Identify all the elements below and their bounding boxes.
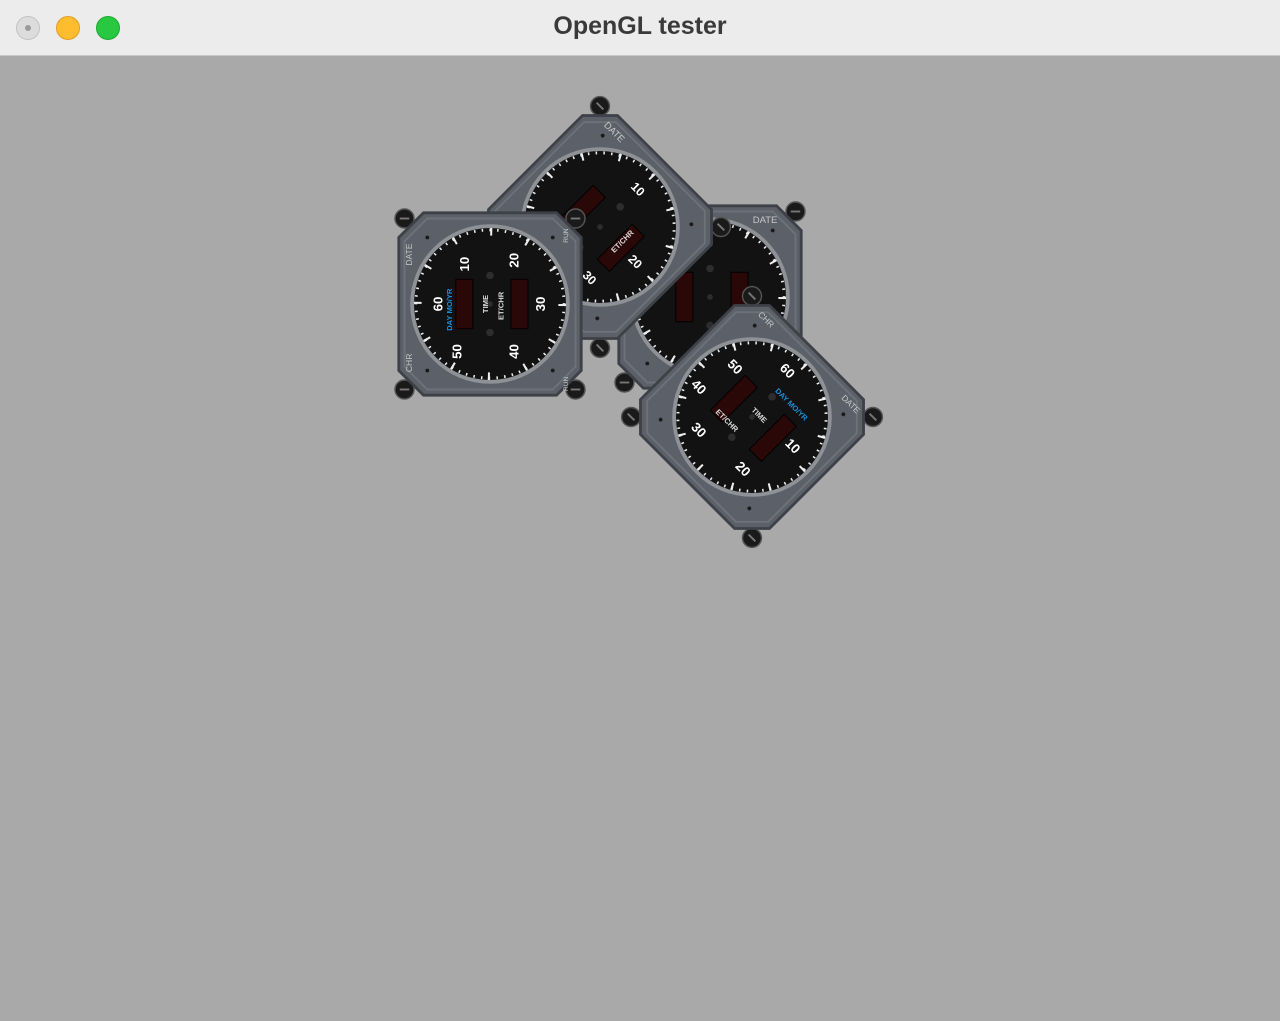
window-label: ET/CHR <box>496 291 505 320</box>
gauge-corner-label: CHR <box>404 354 414 373</box>
dial-number: 30 <box>533 297 548 312</box>
canvas-svg: DATE 10 20 30 ET/CHR DATE 10 20 30 40 50… <box>0 57 1280 1016</box>
gauge-corner-label: DATE <box>753 215 778 226</box>
window-label: DAY MO/YR <box>445 288 454 331</box>
gauge-corner-label: RUN <box>563 376 570 391</box>
dial-number: 40 <box>507 344 522 359</box>
gauge-corner-label: DATE <box>404 243 414 265</box>
opengl-canvas[interactable]: DATE 10 20 30 ET/CHR DATE 10 20 30 40 50… <box>0 57 1280 1016</box>
gauge-corner-label: RUN <box>563 228 570 243</box>
dial-number: 10 <box>457 257 472 272</box>
window-title: OpenGL tester <box>553 12 727 40</box>
dial-number: 50 <box>450 344 465 359</box>
app-window: OpenGL tester DATE 10 20 30 ET/CHR DATE … <box>0 0 1280 1016</box>
dial-number: 20 <box>507 253 522 268</box>
dial-number: 60 <box>431 297 446 312</box>
center-label: TIME <box>481 295 490 313</box>
title-bar[interactable]: OpenGL tester <box>0 0 1280 56</box>
gauge-front-left: 10 20 30 40 50 60 DAY MO/YR TIME ET/CHR … <box>395 209 585 399</box>
